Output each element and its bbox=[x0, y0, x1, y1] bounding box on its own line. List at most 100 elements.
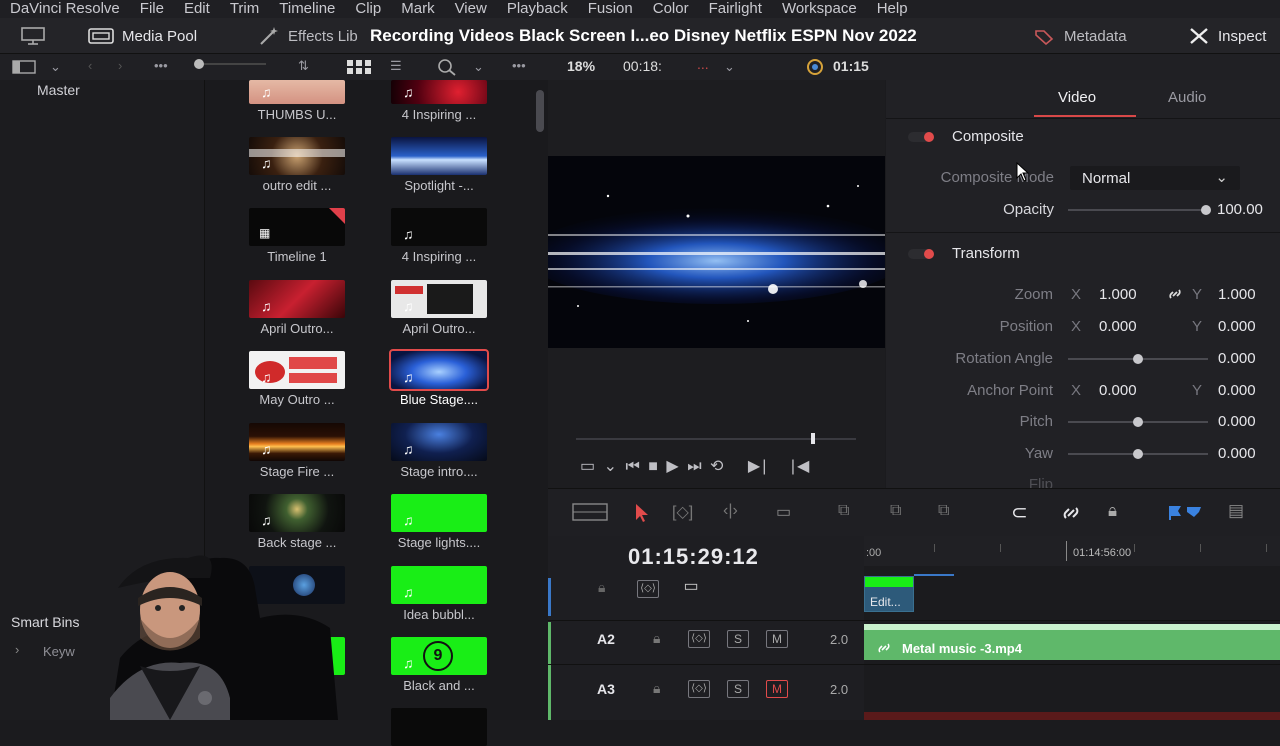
thumb-size-slider[interactable] bbox=[196, 63, 266, 65]
clip-april-outro-b[interactable]: ♫ April Outro... bbox=[391, 280, 487, 336]
clip-timeline-1[interactable]: ▦ Timeline 1 bbox=[249, 208, 345, 264]
loop-icon[interactable]: ⟲ bbox=[710, 458, 725, 475]
composite-section-title[interactable]: Composite bbox=[952, 128, 1024, 145]
linked-selection-icon[interactable] bbox=[1059, 503, 1083, 523]
smart-bins-header[interactable]: Smart Bins bbox=[11, 614, 79, 630]
menu-help[interactable]: Help bbox=[867, 0, 918, 18]
inspector-button[interactable]: Inspect bbox=[1188, 18, 1266, 54]
fit-frame-icon[interactable]: ▭ bbox=[580, 458, 597, 475]
v-track-enable-icon[interactable]: ▭ bbox=[680, 579, 702, 598]
media-scrollbar[interactable] bbox=[536, 90, 544, 132]
video-timeline-clip[interactable]: Edit... bbox=[864, 576, 914, 612]
a2-autoselect-icon[interactable]: ⟨◇⟩ bbox=[688, 630, 710, 648]
anchor-y-value[interactable]: 0.000 bbox=[1218, 382, 1256, 399]
a3-mute-button[interactable]: M bbox=[766, 680, 788, 698]
mark-out-icon[interactable]: |◀ bbox=[791, 458, 811, 475]
v-track-autoselect-icon[interactable]: ⟨◇⟩ bbox=[637, 580, 659, 598]
clip-outro-edit[interactable]: ♫ outro edit ... bbox=[249, 137, 345, 193]
smart-bin-keywords[interactable]: Keyw bbox=[43, 644, 75, 659]
list-view-icon[interactable]: ☰ bbox=[390, 58, 402, 74]
snapping-icon[interactable]: ⊂ bbox=[1011, 500, 1028, 525]
anchor-x-value[interactable]: 0.000 bbox=[1099, 382, 1137, 399]
replace-clip-icon[interactable]: ⧉ bbox=[938, 502, 949, 520]
overwrite-clip-icon[interactable]: ⧉ bbox=[890, 502, 901, 520]
menu-fusion[interactable]: Fusion bbox=[578, 0, 643, 18]
search-icon[interactable] bbox=[437, 58, 457, 76]
audio-timeline-clip[interactable]: Metal music -3.mp4 bbox=[864, 624, 1280, 660]
search-options-chevron-icon[interactable]: ⌄ bbox=[473, 59, 484, 75]
play-icon[interactable]: ▶ bbox=[666, 458, 680, 475]
clip-idea-bubble[interactable]: ♫ Idea bubbl... bbox=[391, 566, 487, 622]
v-track-lock-icon[interactable]: 🔒︎ bbox=[598, 579, 605, 596]
pitch-value[interactable]: 0.000 bbox=[1218, 413, 1256, 430]
dynamic-trim-icon[interactable]: ‹|› bbox=[723, 502, 738, 520]
metadata-button[interactable]: Metadata bbox=[1034, 18, 1127, 54]
back-arrow-icon[interactable]: ‹ bbox=[88, 58, 92, 73]
position-lock-icon[interactable]: 🔒︎ bbox=[1108, 501, 1117, 521]
menu-edit[interactable]: Edit bbox=[174, 0, 220, 18]
viewer-playhead[interactable] bbox=[811, 433, 815, 444]
clip-back-stage[interactable]: ♫ Back stage ... bbox=[249, 494, 345, 550]
selection-arrow-icon[interactable] bbox=[634, 503, 650, 523]
pitch-slider-knob[interactable] bbox=[1133, 417, 1143, 427]
menu-color[interactable]: Color bbox=[643, 0, 699, 18]
clip-black-and[interactable]: ♫ 9 Black and ... bbox=[391, 637, 487, 693]
timeline-view-options-icon[interactable] bbox=[572, 503, 608, 521]
flag-icon[interactable] bbox=[1167, 504, 1205, 520]
menu-file[interactable]: File bbox=[130, 0, 174, 18]
clip-may-outro[interactable]: ♫ May Outro ... bbox=[249, 351, 345, 407]
yaw-slider-knob[interactable] bbox=[1133, 449, 1143, 459]
menu-fairlight[interactable]: Fairlight bbox=[699, 0, 772, 18]
blade-tool-icon[interactable]: ▭ bbox=[776, 502, 791, 522]
thumb-size-knob[interactable] bbox=[194, 59, 204, 69]
color-wheel-icon[interactable] bbox=[805, 58, 825, 76]
clip-april-outro-a[interactable]: ♫ April Outro... bbox=[249, 280, 345, 336]
marker-icon[interactable]: ▤ bbox=[1228, 501, 1244, 521]
menu-view[interactable]: View bbox=[445, 0, 497, 18]
opacity-slider-knob[interactable] bbox=[1201, 205, 1211, 215]
tab-audio[interactable]: Audio bbox=[1168, 89, 1206, 106]
smart-bins-expand-icon[interactable]: › bbox=[15, 642, 19, 657]
insert-clip-icon[interactable]: ⧉ bbox=[838, 502, 849, 520]
clip-blue-stage[interactable]: ♫ Blue Stage.... bbox=[389, 349, 489, 407]
clip-next[interactable] bbox=[391, 708, 487, 746]
transform-section-title[interactable]: Transform bbox=[952, 245, 1020, 262]
sort-icon[interactable]: ⇅ bbox=[298, 58, 309, 74]
menu-app[interactable]: DaVinci Resolve bbox=[0, 0, 130, 18]
trim-tool-icon[interactable]: [◇] bbox=[672, 502, 693, 522]
a3-solo-button[interactable]: S bbox=[727, 680, 749, 698]
menu-trim[interactable]: Trim bbox=[220, 0, 269, 18]
more-options-icon[interactable]: ••• bbox=[154, 58, 168, 73]
menu-playback[interactable]: Playback bbox=[497, 0, 578, 18]
stop-icon[interactable]: ■ bbox=[648, 458, 660, 475]
menu-workspace[interactable]: Workspace bbox=[772, 0, 867, 18]
menu-timeline[interactable]: Timeline bbox=[269, 0, 345, 18]
clip-4-inspiring-b[interactable]: ♫ 4 Inspiring ... bbox=[391, 208, 487, 264]
rotation-slider-knob[interactable] bbox=[1133, 354, 1143, 364]
menu-clip[interactable]: Clip bbox=[345, 0, 391, 18]
opacity-value[interactable]: 100.00 bbox=[1217, 201, 1263, 218]
chevron-down-icon[interactable]: ⌄ bbox=[50, 59, 61, 75]
position-x-value[interactable]: 0.000 bbox=[1099, 318, 1137, 335]
clip-spotlight[interactable]: Spotlight -... bbox=[391, 137, 487, 193]
a3-timeline-clip[interactable] bbox=[864, 712, 1280, 720]
forward-arrow-icon[interactable]: › bbox=[118, 58, 122, 73]
pool-menu-icon[interactable]: ••• bbox=[512, 58, 526, 73]
jump-start-icon[interactable]: ⏮ bbox=[625, 458, 641, 475]
mark-in-icon[interactable]: ▶| bbox=[748, 458, 768, 475]
rotation-value[interactable]: 0.000 bbox=[1218, 350, 1256, 367]
clip-4-inspiring-a[interactable]: ♫ 4 Inspiring ... bbox=[391, 80, 487, 122]
clip-stage-lights[interactable]: ♫ Stage lights.... bbox=[391, 494, 487, 550]
chevron-down-icon[interactable]: ⌄ bbox=[604, 458, 619, 475]
viewer-clip-chevron-icon[interactable]: ⌄ bbox=[724, 59, 735, 75]
yaw-value[interactable]: 0.000 bbox=[1218, 445, 1256, 462]
panel-toggle-icon[interactable] bbox=[12, 59, 38, 75]
a2-solo-button[interactable]: S bbox=[727, 630, 749, 648]
a3-autoselect-icon[interactable]: ⟨◇⟩ bbox=[688, 680, 710, 698]
zoom-x-value[interactable]: 1.000 bbox=[1099, 286, 1137, 303]
link-icon[interactable] bbox=[1166, 286, 1184, 302]
composite-mode-select[interactable]: Normal ⌄ bbox=[1070, 166, 1240, 190]
position-y-value[interactable]: 0.000 bbox=[1218, 318, 1256, 335]
viewer-frame[interactable] bbox=[548, 156, 885, 348]
viewer-clip-dots[interactable]: ... bbox=[697, 56, 709, 72]
